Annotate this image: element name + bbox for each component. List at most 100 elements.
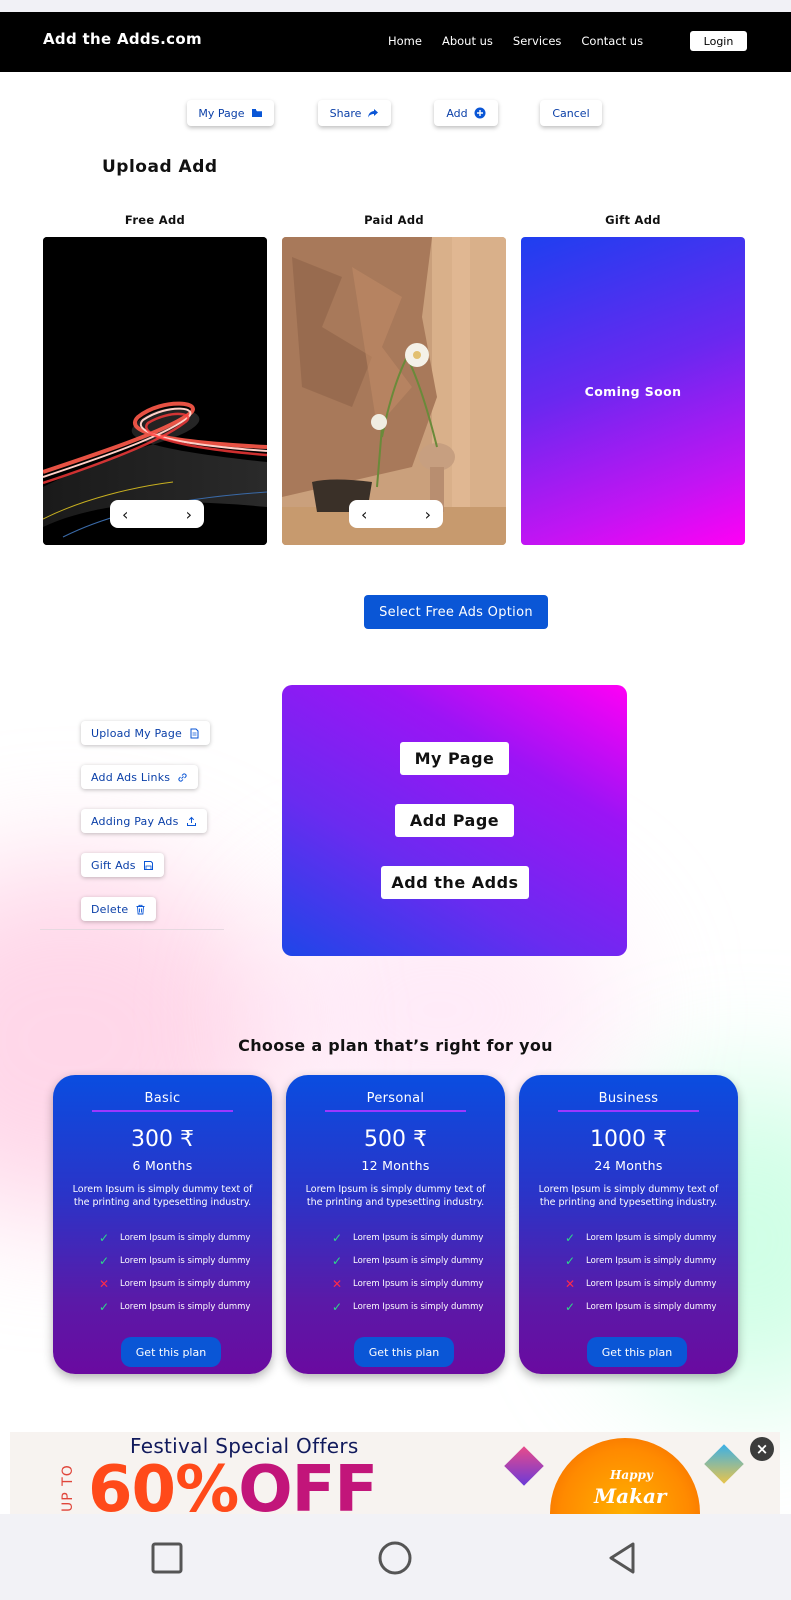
cancel-label: Cancel xyxy=(552,106,590,120)
feature-item: ✓ Lorem Ipsum is simply dummy xyxy=(98,1295,263,1318)
trash-icon xyxy=(136,904,145,914)
home-circle-icon[interactable] xyxy=(377,1540,413,1576)
coming-soon-text: Coming Soon xyxy=(584,383,682,399)
light-trail-photo xyxy=(43,237,267,545)
gift-ads-button[interactable]: Gift Ads xyxy=(81,853,164,877)
folder-icon xyxy=(251,109,262,117)
feature-item: ✓ Lorem Ipsum is simply dummy xyxy=(98,1226,263,1249)
login-button[interactable]: Login xyxy=(690,31,747,51)
feature-text: Lorem Ipsum is simply dummy xyxy=(586,1255,717,1266)
check-icon: ✓ xyxy=(331,1253,343,1268)
festival-offer-banner[interactable]: Festival Special Offers UP TO 60%OFF Hap… xyxy=(10,1432,780,1514)
plan-card-personal: Personal 500 ₹ 12 Months Lorem Ipsum is … xyxy=(286,1075,505,1374)
plan-underline xyxy=(325,1110,466,1112)
paid-add-image[interactable] xyxy=(282,237,506,545)
plan-duration: 24 Months xyxy=(594,1158,663,1173)
save-icon xyxy=(143,860,153,870)
upload-my-page-label: Upload My Page xyxy=(91,726,182,740)
feature-text: Lorem Ipsum is simply dummy xyxy=(120,1278,251,1289)
feature-list: ✓ Lorem Ipsum is simply dummy ✓ Lorem Ipsu… xyxy=(331,1226,496,1318)
upload-my-page-button[interactable]: Upload My Page xyxy=(81,721,210,745)
back-triangle-icon[interactable] xyxy=(605,1540,641,1576)
feature-text: Lorem Ipsum is simply dummy xyxy=(353,1278,484,1289)
nav-home[interactable]: Home xyxy=(388,34,422,48)
check-icon: ✓ xyxy=(98,1299,110,1314)
cancel-button[interactable]: Cancel xyxy=(540,100,602,126)
discount-off: OFF xyxy=(238,1453,378,1514)
plan-underline xyxy=(92,1110,233,1112)
plans-heading: Choose a plan that’s right for you xyxy=(238,1036,553,1055)
get-plan-business-button[interactable]: Get this plan xyxy=(587,1337,687,1367)
top-navbar: Add the Adds.com Home About us Services … xyxy=(0,12,791,72)
next-arrow-icon[interactable]: › xyxy=(186,505,192,524)
paid-add-label: Paid Add xyxy=(364,213,424,227)
feature-text: Lorem Ipsum is simply dummy xyxy=(120,1255,251,1266)
get-plan-personal-button[interactable]: Get this plan xyxy=(354,1337,454,1367)
plan-card-business: Business 1000 ₹ 24 Months Lorem Ipsum is… xyxy=(519,1075,738,1374)
cross-icon: ✕ xyxy=(331,1276,343,1291)
panel-my-page-button[interactable]: My Page xyxy=(400,742,509,775)
share-arrow-icon xyxy=(368,109,379,118)
share-button[interactable]: Share xyxy=(318,100,391,126)
cross-icon: ✕ xyxy=(98,1276,110,1291)
plus-circle-icon xyxy=(474,107,486,119)
check-icon: ✓ xyxy=(98,1253,110,1268)
close-ad-button[interactable]: × xyxy=(750,1437,774,1461)
next-arrow-icon[interactable]: › xyxy=(425,505,431,524)
check-icon: ✓ xyxy=(564,1230,576,1245)
badge-line-1: Happy xyxy=(610,1468,653,1482)
nav-services[interactable]: Services xyxy=(513,34,562,48)
feature-item: ✓ Lorem Ipsum is simply dummy xyxy=(331,1295,496,1318)
prev-arrow-icon[interactable]: ‹ xyxy=(361,505,367,524)
free-add-image[interactable] xyxy=(43,237,267,545)
recent-apps-icon[interactable] xyxy=(149,1540,185,1576)
plan-card-basic: Basic 300 ₹ 6 Months Lorem Ipsum is simp… xyxy=(53,1075,272,1374)
panel-add-the-adds-button[interactable]: Add the Adds xyxy=(381,866,529,899)
brand-logo[interactable]: Add the Adds.com xyxy=(43,30,202,48)
delete-button[interactable]: Delete xyxy=(81,897,157,921)
my-page-button[interactable]: My Page xyxy=(187,100,274,126)
page-title: Upload Add xyxy=(102,157,218,177)
plan-name: Personal xyxy=(366,1091,425,1106)
discount-number: 60% xyxy=(88,1453,239,1514)
kite-icon xyxy=(504,1446,544,1486)
feature-text: Lorem Ipsum is simply dummy xyxy=(586,1232,717,1243)
prev-arrow-icon[interactable]: ‹ xyxy=(122,505,128,524)
plan-underline xyxy=(558,1110,699,1112)
feature-item: ✓ Lorem Ipsum is simply dummy xyxy=(564,1226,729,1249)
paid-add-pager: ‹ › xyxy=(349,500,443,528)
select-free-ads-button[interactable]: Select Free Ads Option xyxy=(364,595,548,629)
check-icon: ✓ xyxy=(331,1230,343,1245)
add-button[interactable]: Add xyxy=(434,100,498,126)
plan-duration: 6 Months xyxy=(132,1158,193,1173)
page-actions-panel: My Page Add Page Add the Adds xyxy=(282,685,627,956)
check-icon: ✓ xyxy=(98,1230,110,1245)
free-add-pager: ‹ › xyxy=(110,500,204,528)
feature-text: Lorem Ipsum is simply dummy xyxy=(586,1278,717,1289)
adding-pay-ads-button[interactable]: Adding Pay Ads xyxy=(81,809,207,833)
nav-links: Home About us Services Contact us xyxy=(388,34,663,48)
plan-description: Lorem Ipsum is simply dummy text of the … xyxy=(538,1184,719,1208)
add-ads-links-label: Add Ads Links xyxy=(91,770,171,784)
get-plan-basic-button[interactable]: Get this plan xyxy=(121,1337,221,1367)
kite-icon xyxy=(704,1444,744,1484)
feature-text: Lorem Ipsum is simply dummy xyxy=(586,1301,717,1312)
add-ads-links-button[interactable]: Add Ads Links xyxy=(81,765,199,789)
link-icon xyxy=(178,772,187,782)
nav-contact-us[interactable]: Contact us xyxy=(581,34,643,48)
plan-name: Business xyxy=(598,1091,659,1106)
plan-name: Basic xyxy=(144,1091,181,1106)
feature-list: ✓ Lorem Ipsum is simply dummy ✓ Lorem Ipsu… xyxy=(98,1226,263,1318)
system-nav-bar xyxy=(0,1514,791,1600)
banner-upto-text: UP TO xyxy=(60,1464,76,1512)
side-divider xyxy=(40,929,224,930)
gift-add-card[interactable]: Coming Soon xyxy=(521,237,745,545)
nav-about-us[interactable]: About us xyxy=(442,34,493,48)
panel-add-page-button[interactable]: Add Page xyxy=(395,804,514,837)
feature-item: ✓ Lorem Ipsum is simply dummy xyxy=(331,1249,496,1272)
feature-item: ✓ Lorem Ipsum is simply dummy xyxy=(98,1249,263,1272)
free-add-label: Free Add xyxy=(124,213,186,227)
share-label: Share xyxy=(329,106,362,120)
feature-list: ✓ Lorem Ipsum is simply dummy ✓ Lorem Ipsu… xyxy=(564,1226,729,1318)
upload-icon xyxy=(186,816,196,826)
